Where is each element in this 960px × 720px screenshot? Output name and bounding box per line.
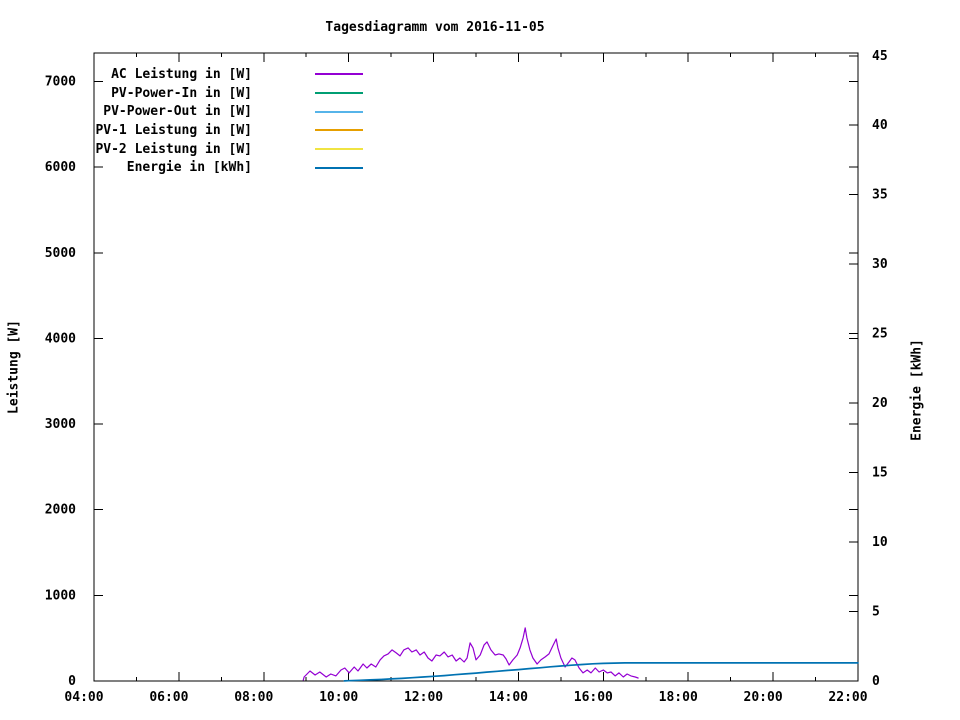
y2-tick-label: 20: [872, 396, 888, 411]
legend-line-sample: [315, 166, 363, 169]
legend-label: PV-2 Leistung in [W]: [95, 141, 252, 157]
y2-tick-label: 15: [872, 466, 888, 481]
y1-tick-label: 5000: [45, 246, 76, 261]
x-tick-label: 08:00: [234, 690, 273, 705]
y2-tick-label: 35: [872, 188, 888, 203]
x-tick-label: 04:00: [64, 690, 103, 705]
legend-line-sample: [315, 129, 363, 132]
legend-label: AC Leistung in [W]: [111, 66, 252, 82]
legend-label: PV-Power-In in [W]: [111, 85, 252, 101]
x-tick-label: 18:00: [659, 690, 698, 705]
legend-row: PV-1 Leistung in [W]: [0, 121, 363, 140]
y1-tick-label: 3000: [45, 417, 76, 432]
legend-line-sample: [315, 110, 363, 113]
legend-row: PV-Power-Out in [W]: [0, 102, 363, 121]
y1-tick-label: 0: [68, 674, 76, 689]
legend-row: PV-2 Leistung in [W]: [0, 140, 363, 159]
legend-label: PV-Power-Out in [W]: [103, 104, 252, 120]
legend-line-sample: [315, 148, 363, 151]
y2-tick-label: 5: [872, 605, 880, 620]
y2-tick-label: 40: [872, 118, 888, 133]
x-tick-label: 16:00: [574, 690, 613, 705]
legend-row: AC Leistung in [W]: [0, 65, 363, 84]
chart-canvas: Tagesdiagramm vom 2016-11-05 Leistung [W…: [0, 0, 960, 720]
legend-row: Energie in [kWh]: [0, 158, 363, 177]
series-line-energie-in-kwh: [343, 662, 859, 682]
x-tick-label: 06:00: [149, 690, 188, 705]
x-tick-label: 20:00: [744, 690, 783, 705]
legend: AC Leistung in [W] PV-Power-In in [W] PV…: [0, 65, 363, 177]
y1-tick-label: 4000: [45, 331, 76, 346]
legend-row: PV-Power-In in [W]: [0, 84, 363, 103]
series-line-ac-leistung-in-w: [302, 627, 639, 681]
y2-tick-label: 45: [872, 49, 888, 64]
y1-tick-label: 1000: [45, 588, 76, 603]
y2-tick-label: 10: [872, 535, 888, 550]
y2-tick-label: 25: [872, 327, 888, 342]
x-tick-label: 12:00: [404, 690, 443, 705]
y1-tick-label: 2000: [45, 503, 76, 518]
x-tick-label: 22:00: [828, 690, 867, 705]
legend-label: Energie in [kWh]: [126, 160, 252, 176]
legend-line-sample: [315, 73, 363, 76]
legend-label: PV-1 Leistung in [W]: [95, 122, 252, 138]
y2-tick-label: 0: [872, 674, 880, 689]
x-tick-label: 10:00: [319, 690, 358, 705]
legend-line-sample: [315, 92, 363, 95]
y2-tick-label: 30: [872, 257, 888, 272]
x-tick-label: 14:00: [489, 690, 528, 705]
